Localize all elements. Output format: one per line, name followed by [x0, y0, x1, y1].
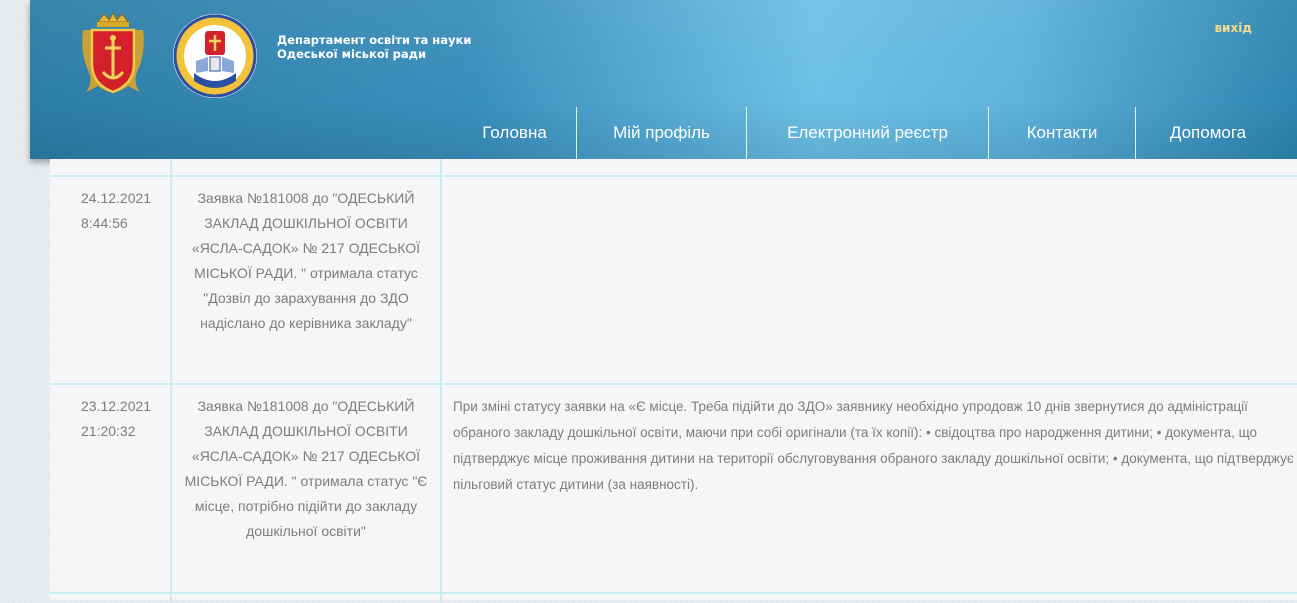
main-nav: Головна Мій профіль Електронний реєстр К… [453, 107, 1280, 159]
date-cell: 23.12.2021 21:20:32 [50, 385, 172, 593]
nav-item-electronic-registry[interactable]: Електронний реєстр [746, 107, 988, 159]
date-value: 23.12.2021 [81, 398, 152, 414]
time-value: 21:20:32 [81, 423, 136, 439]
page: Департамент освіти та науки Одеської міс… [30, 0, 1297, 603]
city-coat-of-arms-icon [82, 12, 144, 94]
nav-item-my-profile[interactable]: Мій профіль [576, 107, 746, 159]
table-row [50, 159, 1297, 175]
table-row [50, 592, 1297, 603]
nav-item-contacts[interactable]: Контакти [988, 107, 1135, 159]
table-row: 24.12.2021 8:44:56 Заявка №181008 до "ОД… [50, 175, 1297, 383]
table-row: 23.12.2021 21:20:32 Заявка №181008 до "О… [50, 383, 1297, 593]
note-cell: При зміні статусу заявки на «Є місце. Тр… [453, 399, 1294, 492]
nav-item-help[interactable]: Допомога [1135, 107, 1280, 159]
notifications-table: 24.12.2021 8:44:56 Заявка №181008 до "ОД… [50, 159, 1297, 603]
date-cell: 24.12.2021 8:44:56 [50, 177, 172, 383]
org-name: Департамент освіти та науки Одеської міс… [277, 33, 472, 61]
logout-link[interactable]: вихід [1214, 21, 1252, 35]
site-header: Департамент освіти та науки Одеської міс… [30, 0, 1297, 159]
department-emblem-icon [173, 14, 257, 98]
note-cell [442, 177, 1297, 383]
application-status-cell: Заявка №181008 до "ОДЕСЬКИЙ ЗАКЛАД ДОШКІ… [172, 177, 442, 383]
time-value: 8:44:56 [81, 215, 128, 231]
date-value: 24.12.2021 [81, 190, 152, 206]
nav-item-home[interactable]: Головна [453, 107, 576, 159]
application-status-cell: Заявка №181008 до "ОДЕСЬКИЙ ЗАКЛАД ДОШКІ… [172, 385, 442, 593]
